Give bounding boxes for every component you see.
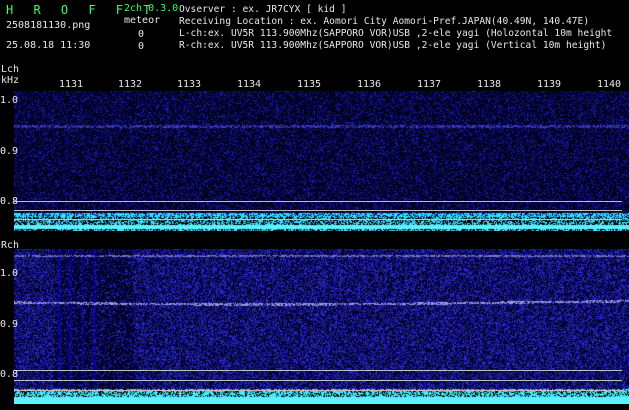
- rch-reference-line: [14, 370, 622, 371]
- lch-freq-tick: 0.8: [0, 196, 19, 207]
- lch-freq-tick: 0.9: [0, 146, 19, 157]
- location-line: Receiving Location : ex. Aomori City Aom…: [179, 16, 590, 27]
- time-tick: 1134: [237, 79, 262, 90]
- channels-version: 2ch 0.3.0: [124, 3, 179, 14]
- rch-freq-tick: 1.0: [0, 268, 19, 279]
- rch-meteor-count: 0: [138, 41, 145, 52]
- lch-reference-line: [14, 210, 622, 211]
- observer-line: Ovserver : ex. JR7CYX [ kid ]: [179, 4, 347, 15]
- rch-freq-tick: 0.8: [0, 369, 19, 380]
- time-tick: 1132: [118, 79, 143, 90]
- meteor-label: meteor: [124, 15, 161, 26]
- time-tick: 1138: [477, 79, 502, 90]
- khz-axis-label: kHz: [1, 75, 20, 86]
- time-tick: 1135: [297, 79, 322, 90]
- rch-freq-tick: 0.9: [0, 319, 19, 330]
- rch-description: R-ch:ex. UV5R 113.900Mhz(SAPPORO VOR)USB…: [179, 40, 607, 51]
- timestamp-label: 25.08.18 11:30: [6, 40, 91, 51]
- time-tick: 1131: [59, 79, 84, 90]
- time-tick: 1139: [537, 79, 562, 90]
- lch-freq-tick: 1.0: [0, 95, 19, 106]
- time-tick: 1137: [417, 79, 442, 90]
- rch-reference-line: [14, 390, 622, 391]
- time-tick: 1133: [177, 79, 202, 90]
- filename-label: 2508181130.png: [6, 20, 91, 31]
- time-tick: 1136: [357, 79, 382, 90]
- time-tick: 1140: [597, 79, 622, 90]
- lch-description: L-ch:ex. UV5R 113.900Mhz(SAPPORO VOR)USB…: [179, 28, 613, 39]
- lch-reference-line: [14, 201, 622, 202]
- lch-reference-line: [14, 219, 622, 220]
- lch-axis-label: Lch: [1, 64, 20, 75]
- rch-reference-line: [14, 380, 622, 381]
- lch-meteor-count: 0: [138, 29, 145, 40]
